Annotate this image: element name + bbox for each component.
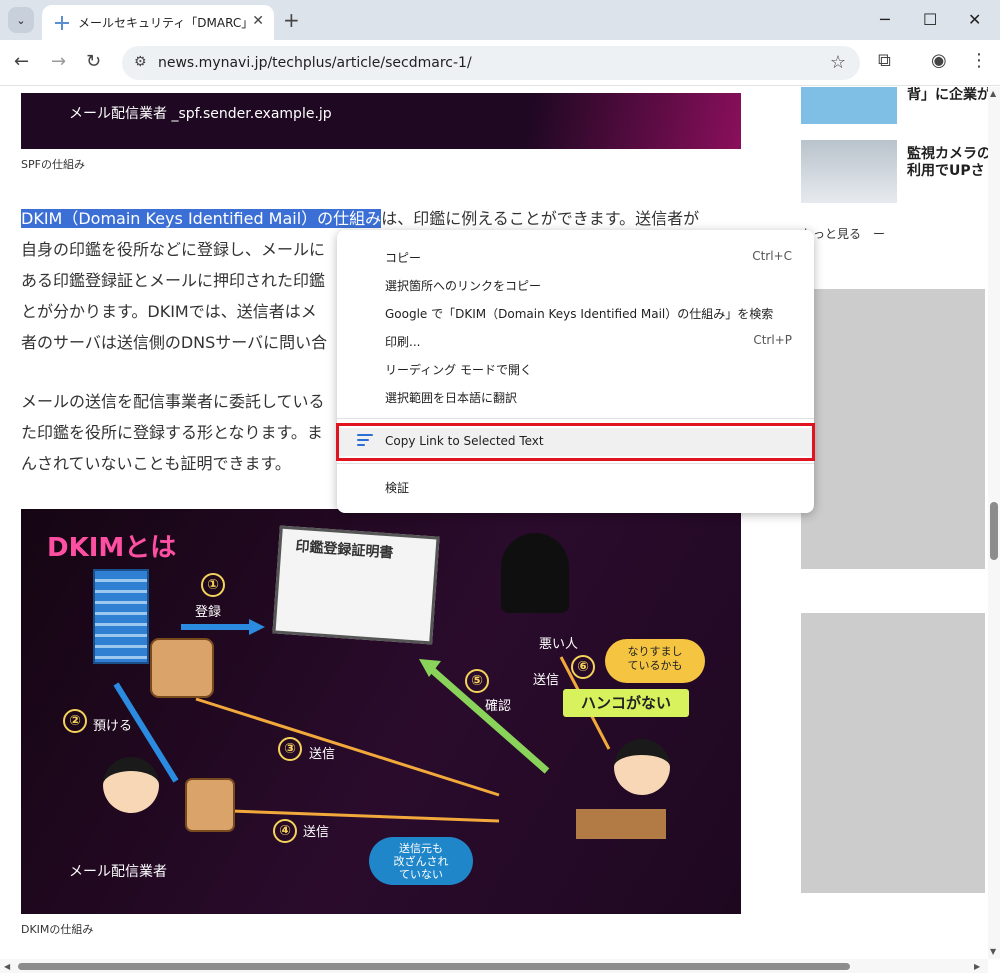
step-3-badge: ③	[278, 737, 302, 761]
step-1-label: 登録	[195, 605, 222, 620]
menu-item-print[interactable]: 印刷... Ctrl+P	[337, 327, 814, 355]
menu-item-google-search[interactable]: Google で「DKIM（Domain Keys Identified Mai…	[337, 299, 814, 327]
forward-button[interactable]: →	[51, 51, 66, 72]
menu-item-translate[interactable]: 選択範囲を日本語に翻訳	[337, 383, 814, 411]
arrow-send-4	[230, 809, 500, 823]
step-4-badge: ④	[273, 819, 297, 843]
scroll-up-icon[interactable]: ▲	[990, 89, 996, 98]
site-favicon-icon	[54, 15, 70, 31]
menu-icon[interactable]: ⋮	[970, 50, 988, 71]
horizontal-scroll-thumb[interactable]	[18, 963, 850, 970]
title-bar: ⌄ メールセキュリティ「DMARC」運用時 ✕ + ─ ☐ ✕	[0, 0, 1000, 40]
reload-button[interactable]: ↻	[86, 51, 101, 72]
sidebar-thumb-1[interactable]	[801, 87, 897, 124]
stamp-1	[150, 638, 214, 698]
new-tab-button[interactable]: +	[283, 8, 300, 32]
spf-figure-bottom: メール配信業者 _spf.sender.example.jp	[21, 93, 741, 149]
browser-toolbar: ← → ↻ ⚙ news.mynavi.jp/techplus/article/…	[0, 40, 1000, 86]
spf-figure-text: メール配信業者 _spf.sender.example.jp	[69, 106, 332, 122]
dkim-diagram: DKIMとは 印鑑登録証明書 ① 登録 ② 預ける ③ 送信 ④ 送信 ⑤ 確認…	[21, 509, 741, 914]
minimize-button[interactable]: ─	[880, 10, 890, 29]
selected-text[interactable]: DKIM（Domain Keys Identified Mail）の仕組み	[21, 209, 382, 228]
context-menu: コピー Ctrl+C 選択箇所へのリンクをコピー Google で「DKIM（D…	[337, 230, 814, 513]
vertical-scroll-thumb[interactable]	[990, 502, 998, 560]
not-tampered-bubble: 送信元も 改ざんされ ていない	[369, 837, 473, 885]
step-5-label: 確認	[485, 699, 512, 714]
chevron-down-icon: ⌄	[16, 13, 26, 27]
step-1-badge: ①	[201, 573, 225, 597]
step-6-badge: ⑥	[571, 655, 595, 679]
profile-icon[interactable]: ◉	[931, 50, 947, 71]
close-window-button[interactable]: ✕	[968, 10, 981, 29]
ad-slot-2	[801, 613, 985, 893]
arrow-send-3	[195, 697, 500, 797]
sender-label: メール配信業者	[69, 864, 167, 880]
annotation-highlight-box	[336, 423, 815, 461]
maximize-button[interactable]: ☐	[923, 10, 937, 29]
desk	[576, 809, 666, 839]
menu-item-inspect[interactable]: 検証	[337, 473, 814, 501]
back-button[interactable]: ←	[14, 51, 29, 72]
url-text[interactable]: news.mynavi.jp/techplus/article/secdmarc…	[158, 55, 472, 71]
sidebar-thumb-2[interactable]	[801, 140, 897, 203]
extensions-icon[interactable]: ⧉	[878, 50, 891, 71]
vertical-scrollbar[interactable]: ▲ ▼	[988, 87, 1000, 959]
diagram-title: DKIMとは	[47, 533, 177, 563]
tab-active[interactable]: メールセキュリティ「DMARC」運用時 ✕	[42, 5, 274, 40]
address-bar[interactable]: ⚙ news.mynavi.jp/techplus/article/secdma…	[122, 46, 860, 80]
bad-person-icon	[501, 533, 569, 613]
sender-person-icon	[103, 757, 159, 813]
no-hanko-label: ハンコがない	[563, 689, 689, 717]
bookmark-star-icon[interactable]: ☆	[830, 52, 846, 73]
step-5-badge: ⑤	[465, 669, 489, 693]
site-info-icon[interactable]: ⚙	[134, 54, 147, 70]
scroll-down-icon[interactable]: ▼	[990, 947, 996, 956]
step-2-badge: ②	[63, 709, 87, 733]
horizontal-scrollbar[interactable]: ◀ ▶	[0, 959, 988, 973]
page-content: メール配信業者 _spf.sender.example.jp SPFの仕組み D…	[0, 87, 988, 959]
registration-certificate: 印鑑登録証明書	[272, 525, 440, 645]
menu-item-copy[interactable]: コピー Ctrl+C	[337, 243, 814, 271]
stamp-2	[185, 778, 235, 832]
menu-separator	[337, 463, 814, 464]
menu-item-copy-link-to-highlight[interactable]: 選択箇所へのリンクをコピー	[337, 271, 814, 299]
step-2-label: 預ける	[93, 719, 133, 734]
tab-close-icon[interactable]: ✕	[252, 13, 264, 29]
spoof-bubble: なりすまし ているかも	[605, 639, 705, 683]
caption-dkim: DKIMの仕組み	[21, 923, 94, 936]
step-3-label: 送信	[309, 747, 336, 762]
menu-separator	[337, 418, 814, 419]
recipient-icon	[614, 739, 670, 795]
paragraph-text: は、印鑑に例えることができます。送信者が	[381, 209, 700, 228]
arrow-confirm	[428, 666, 550, 774]
sidebar-item-2-text-1[interactable]: 監視カメラの	[907, 146, 988, 163]
tab-title: メールセキュリティ「DMARC」運用時	[78, 16, 248, 30]
bad-person-label: 悪い人	[539, 637, 579, 652]
company-building-icon	[93, 569, 149, 664]
sidebar-item-1-text[interactable]: 背」に企業が	[907, 87, 988, 104]
sidebar-item-2-text-2[interactable]: 利用でUPさ	[907, 163, 985, 180]
step-6-label: 送信	[533, 673, 560, 688]
scroll-left-icon[interactable]: ◀	[4, 962, 10, 971]
arrowhead-register	[249, 619, 265, 635]
ad-slot-1	[801, 289, 985, 569]
tab-search-button[interactable]: ⌄	[8, 7, 34, 33]
scroll-right-icon[interactable]: ▶	[974, 962, 980, 971]
menu-item-reading-mode[interactable]: リーディング モードで開く	[337, 355, 814, 383]
step-4-label: 送信	[303, 825, 330, 840]
caption-spf: SPFの仕組み	[21, 158, 85, 171]
